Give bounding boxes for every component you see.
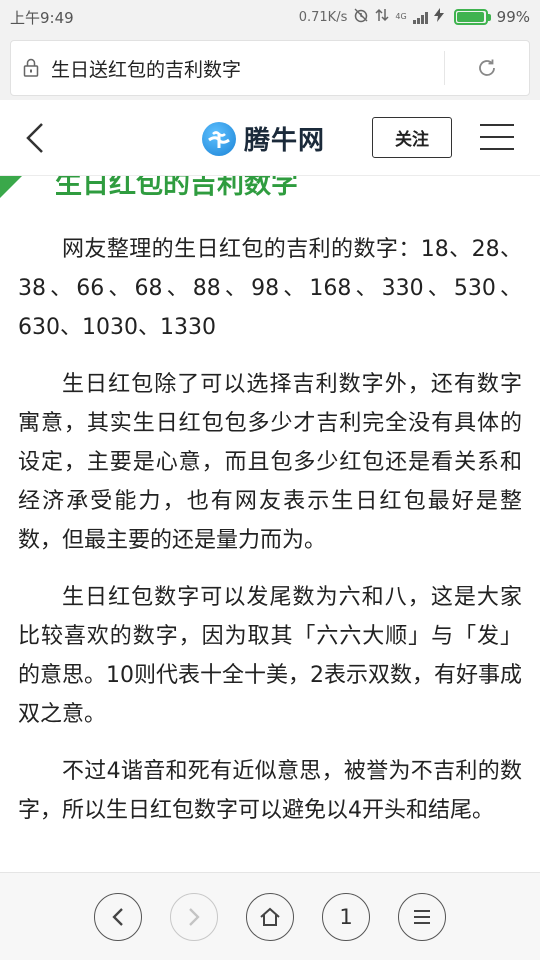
back-arrow-icon[interactable] [22,122,48,154]
tab-count: 1 [339,904,353,929]
status-bar: 上午9:49 0.71K/s 4G 99% [0,0,540,34]
battery-icon [453,9,491,25]
more-menu-button[interactable] [398,892,446,941]
forward-button[interactable] [170,892,218,941]
reload-icon[interactable] [445,57,529,79]
home-button[interactable] [246,892,294,941]
logo-icon [202,121,236,156]
paragraph: 生日红包数字可以发尾数为六和八，这是大家比较喜欢的数字，因为取其「六六大顺」与「… [18,585,522,727]
network-speed: 0.71K/s [298,9,348,25]
chevron-right-icon [189,907,200,926]
tabs-button[interactable]: 1 [322,892,370,941]
charging-icon [433,8,444,26]
article-heading: 生日红包的吉利数字 [55,176,298,200]
page-title: 生日送红包的吉利数字 [51,58,242,81]
home-icon [260,907,280,926]
network-type: 4G [395,12,407,21]
battery-percent: 99% [496,8,530,26]
status-time: 上午9:49 [10,8,74,27]
hamburger-icon [414,909,430,924]
lock-icon [11,58,51,78]
data-transfer-icon [375,7,389,27]
site-header: 腾牛网 关注 [0,100,540,176]
paragraph: 生日红包除了可以选择吉利数字外，还有数字寓意，其实生日红包包多少才吉利完全没有具… [18,372,522,553]
menu-icon[interactable] [480,124,514,152]
site-name: 腾牛网 [244,126,326,156]
signal-icon [412,11,428,24]
article-content: 生日红包的吉利数字 网友整理的生日红包的吉利的数字：18、28、38、66、68… [0,176,540,872]
alarm-icon [353,7,369,27]
paragraph: 不过4谐音和死有近似意思，被誉为不吉利的数字，所以生日红包数字可以避免以4开头和… [18,759,522,823]
site-logo[interactable]: 腾牛网 [202,120,325,157]
address-bar[interactable]: 生日送红包的吉利数字 [10,40,530,96]
bottom-navigation: 1 [0,872,540,960]
back-button[interactable] [94,892,142,941]
section-marker [0,176,22,198]
chevron-left-icon [112,907,123,926]
browser-toolbar: 生日送红包的吉利数字 [0,34,540,100]
follow-button[interactable]: 关注 [372,117,452,158]
article-body: 网友整理的生日红包的吉利的数字：18、28、38、66、68、88、98、168… [18,230,522,848]
paragraph: 网友整理的生日红包的吉利的数字：18、28、38、66、68、88、98、168… [18,237,522,340]
